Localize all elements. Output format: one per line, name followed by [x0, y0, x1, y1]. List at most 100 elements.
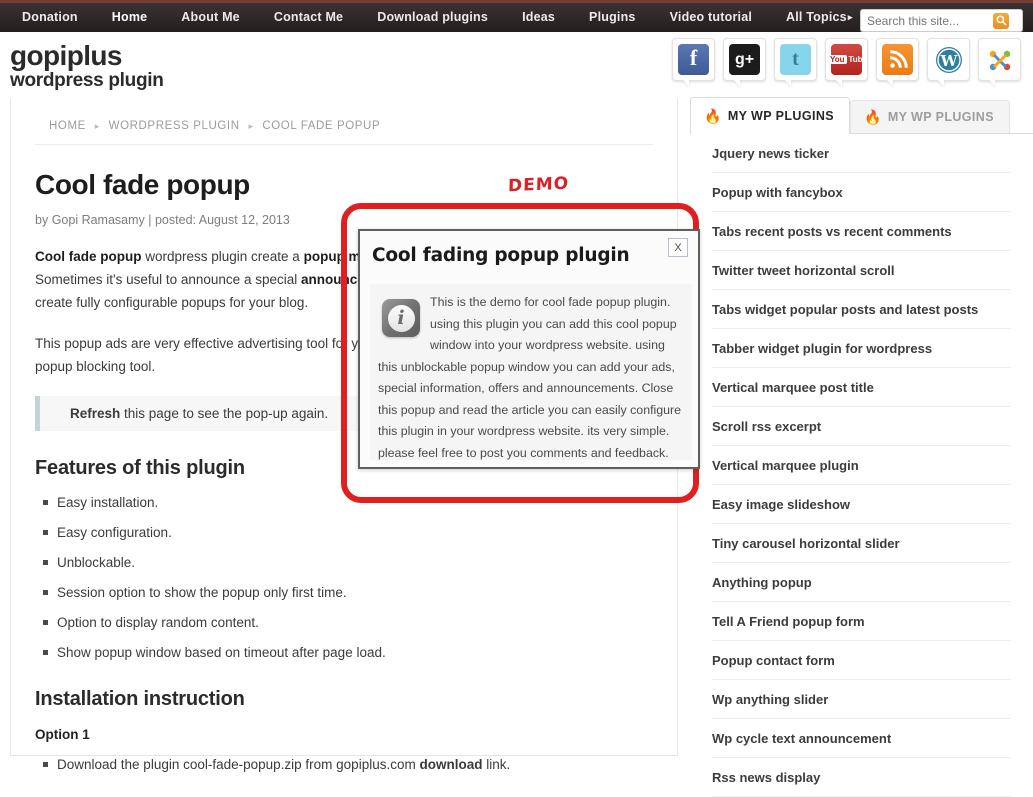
option-label: Option 1: [35, 727, 90, 742]
breadcrumb-separator-icon: ▸: [94, 121, 100, 131]
sidebar-item-rss-news-display[interactable]: Rss news display: [712, 758, 1011, 797]
plugin-list: Jquery news ticker Popup with fancybox T…: [690, 134, 1033, 797]
logo-line-1: gopiplus: [10, 40, 122, 71]
info-glyph: i: [387, 304, 415, 332]
nav-label: Home: [111, 10, 148, 24]
install-step-text-a: Download the plugin cool-fade-popup.zip …: [57, 757, 420, 772]
facebook-icon[interactable]: f: [672, 38, 715, 81]
nav-label: Donation: [22, 10, 78, 24]
youtube-glyph: You Tube: [827, 44, 867, 75]
installation-heading: Installation instruction: [35, 688, 245, 710]
nav-item-video-tutorial[interactable]: Video tutorial: [653, 3, 769, 32]
sidebar-item-tabs-recent-posts[interactable]: Tabs recent posts vs recent comments: [712, 212, 1011, 251]
installation-list: Download the plugin cool-fade-popup.zip …: [35, 756, 653, 774]
para1-text-1: wordpress plugin create a: [141, 249, 304, 264]
meta-divider: |: [144, 213, 155, 227]
sidebar-item-tiny-carousel[interactable]: Tiny carousel horizontal slider: [712, 524, 1011, 563]
sidebar-item-tabber-widget[interactable]: Tabber widget plugin for wordpress: [712, 329, 1011, 368]
joomla-glyph: [984, 44, 1015, 75]
nav-label: Download plugins: [377, 10, 489, 24]
sidebar-item-easy-image-slideshow[interactable]: Easy image slideshow: [712, 485, 1011, 524]
youtube-icon[interactable]: You Tube: [825, 38, 868, 81]
close-icon[interactable]: X: [668, 238, 688, 257]
popup-dialog: Cool fading popup plugin X i This is the…: [358, 229, 700, 469]
rss-icon[interactable]: [876, 38, 919, 81]
popup-body: i This is the demo for cool fade popup p…: [370, 284, 692, 460]
googleplus-icon[interactable]: g+: [723, 38, 766, 81]
googleplus-glyph: g+: [729, 44, 760, 75]
list-item: Option to display random content.: [43, 614, 653, 632]
joomla-icon[interactable]: [978, 38, 1021, 81]
post-meta: by Gopi Ramasamy | posted: August 12, 20…: [35, 213, 653, 227]
post-author[interactable]: Gopi Ramasamy: [52, 213, 145, 227]
flame-icon: 🔥: [704, 108, 722, 124]
site-logo[interactable]: gopiplus wordpress plugin: [10, 40, 164, 92]
byline-prefix: by: [35, 213, 52, 227]
tab-my-wp-plugins-secondary[interactable]: 🔥 MY WP PLUGINS: [849, 100, 1010, 133]
twitter-glyph: t: [780, 44, 811, 75]
list-item: Unblockable.: [43, 554, 653, 572]
twitter-icon[interactable]: t: [774, 38, 817, 81]
nav-item-donation[interactable]: Donation: [0, 3, 95, 32]
site-header: gopiplus wordpress plugin f g+ t You Tube: [0, 32, 1033, 98]
svg-text:W: W: [939, 52, 958, 70]
para1-bold-1: Cool fade popup: [35, 249, 142, 264]
nav-item-ideas[interactable]: Ideas: [505, 3, 572, 32]
list-item: Show popup window based on timeout after…: [43, 644, 653, 662]
nav-item-plugins[interactable]: Plugins: [572, 3, 653, 32]
list-item: Session option to show the popup only fi…: [43, 584, 653, 602]
tab-my-wp-plugins-primary[interactable]: 🔥 MY WP PLUGINS: [690, 97, 850, 134]
popup-message: This is the demo for cool fade popup plu…: [378, 295, 682, 460]
nav-item-all-topics[interactable]: All Topics▸: [769, 3, 870, 32]
sidebar-item-popup-with-fancybox[interactable]: Popup with fancybox: [712, 173, 1011, 212]
nav-item-home[interactable]: Home: [95, 3, 165, 38]
post-date: posted: August 12, 2013: [154, 213, 290, 227]
features-list: Easy installation. Easy configuration. U…: [35, 494, 653, 662]
sidebar-item-vertical-marquee-plugin[interactable]: Vertical marquee plugin: [712, 446, 1011, 485]
nav-item-download-plugins[interactable]: Download plugins: [360, 3, 505, 32]
install-step-text-c: link.: [482, 757, 511, 772]
breadcrumb-item-current: COOL FADE POPUP: [262, 120, 381, 132]
sidebar-item-anything-popup[interactable]: Anything popup: [712, 563, 1011, 602]
nav-label: Contact Me: [273, 10, 344, 24]
tab-label: MY WP PLUGINS: [727, 109, 834, 123]
sidebar-item-wp-cycle-text[interactable]: Wp cycle text announcement: [712, 719, 1011, 758]
nav-label: All Topics: [786, 10, 847, 24]
list-item: Easy installation.: [43, 494, 653, 512]
top-navigation-bar: Donation Home About Me Contact Me Downlo…: [0, 0, 1033, 38]
sidebar-item-tell-a-friend[interactable]: Tell A Friend popup form: [712, 602, 1011, 641]
nav-label: Ideas: [522, 10, 556, 24]
refresh-rest-text: this page to see the pop-up again.: [120, 406, 329, 421]
breadcrumb: HOME ▸ WORDPRESS PLUGIN ▸ COOL FADE POPU…: [35, 98, 653, 145]
rss-glyph: [882, 44, 913, 75]
sidebar-item-popup-contact-form[interactable]: Popup contact form: [712, 641, 1011, 680]
sidebar-item-jquery-news-ticker[interactable]: Jquery news ticker: [712, 134, 1011, 173]
nav-label: About Me: [181, 10, 240, 24]
sidebar-item-twitter-tweet-scroll[interactable]: Twitter tweet horizontal scroll: [712, 251, 1011, 290]
search-icon: [996, 15, 1006, 26]
nav-item-about-me[interactable]: About Me: [164, 3, 257, 32]
sidebar-item-scroll-rss-excerpt[interactable]: Scroll rss excerpt: [712, 407, 1011, 446]
sidebar-item-tabs-widget-popular[interactable]: Tabs widget popular posts and latest pos…: [712, 290, 1011, 329]
info-icon: i: [382, 299, 420, 337]
list-item: Download the plugin cool-fade-popup.zip …: [43, 756, 653, 774]
tab-label: MY WP PLUGINS: [887, 110, 994, 124]
refresh-bold-label: Refresh: [70, 406, 121, 421]
search-button[interactable]: [993, 12, 1009, 29]
facebook-glyph: f: [678, 44, 709, 75]
breadcrumb-item-wordpress-plugin[interactable]: WORDPRESS PLUGIN: [109, 120, 240, 132]
download-link[interactable]: download: [419, 757, 482, 772]
nav-item-contact-me[interactable]: Contact Me: [257, 3, 360, 32]
wordpress-icon[interactable]: W: [927, 38, 970, 81]
popup-title: Cool fading popup plugin: [372, 245, 630, 266]
flame-icon: 🔥: [863, 109, 882, 125]
breadcrumb-item-home[interactable]: HOME: [49, 120, 86, 132]
search-input[interactable]: [861, 10, 993, 31]
sidebar-item-vertical-marquee-post-title[interactable]: Vertical marquee post title: [712, 368, 1011, 407]
list-item: Easy configuration.: [43, 524, 653, 542]
search-box[interactable]: [860, 9, 1023, 32]
nav-label: Video tutorial: [669, 10, 753, 24]
chevron-right-icon: ▸: [847, 12, 853, 22]
logo-line-2: wordpress plugin: [10, 70, 164, 91]
sidebar-item-wp-anything-slider[interactable]: Wp anything slider: [712, 680, 1011, 719]
